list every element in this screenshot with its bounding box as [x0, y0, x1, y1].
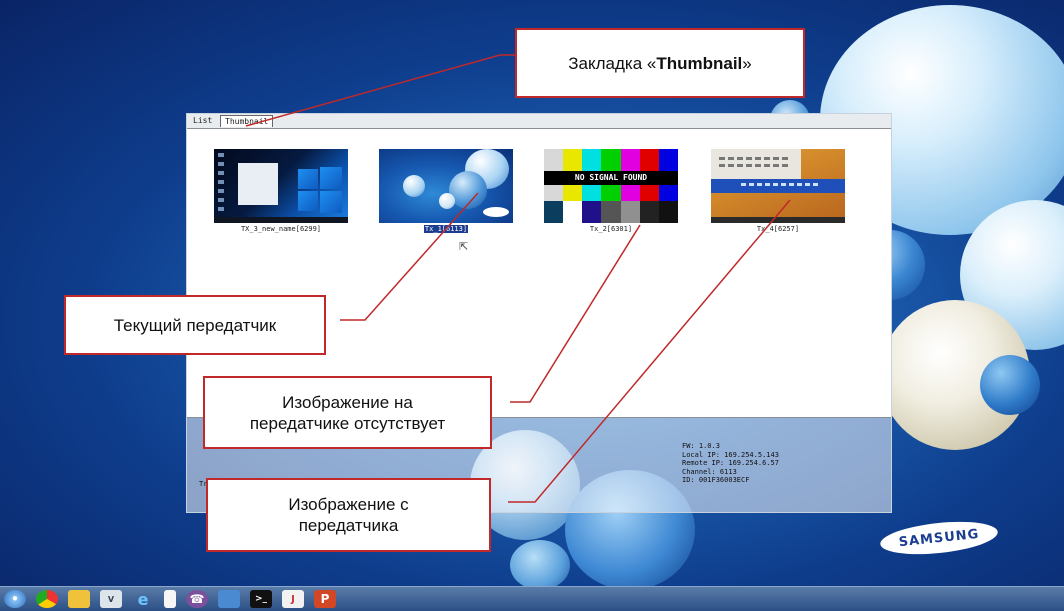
channel: Channel: 6113	[682, 467, 737, 476]
callout-current-transmitter: Текущий передатчик	[64, 295, 326, 355]
file-explorer-icon[interactable]	[68, 590, 90, 608]
firmware-version: FW: 1.0.3	[682, 442, 720, 450]
samsung-logo-text: SAMSUNG	[898, 526, 980, 550]
thumbnail-image-blue-bubbles[interactable]	[379, 149, 513, 223]
network-icon[interactable]	[218, 590, 240, 608]
powerpoint-icon[interactable]: P	[314, 590, 336, 608]
thumbnail-label: Tx_4[6257]	[756, 225, 800, 233]
internet-explorer-icon[interactable]: e	[132, 590, 154, 609]
thumbnail-label: Tx_2[6301]	[589, 225, 633, 233]
thumbnail-image-no-signal[interactable]: NO SIGNAL FOUND	[544, 149, 678, 223]
command-prompt-icon[interactable]: >_	[250, 590, 272, 608]
thumbnail-grid: TX_3_new_name[6299] Tx_1[6113] NO SIGNAL…	[187, 129, 891, 418]
start-orb-icon[interactable]: •	[4, 590, 26, 608]
local-ip: Local IP: 169.254.5.143	[682, 450, 779, 459]
callout-transmitter-image: Изображение с передатчика	[206, 478, 491, 552]
thumbnail-label-selected: Tx_1[6113]	[423, 225, 469, 233]
transmitter-info: FW: 1.0.3 Local IP: 169.254.5.143 Remote…	[682, 442, 779, 485]
mouse-pointer-icon: ⇱	[459, 241, 469, 253]
thumbnail-image-windows-10-desktop[interactable]	[214, 149, 348, 223]
vnc-viewer-icon[interactable]: V	[100, 590, 122, 608]
callout-no-image: Изображение на передатчике отсутствует	[203, 376, 492, 449]
taskbar: • V e ☎ >_ J P	[0, 586, 1064, 611]
tab-thumbnail[interactable]: Thumbnail	[220, 115, 274, 127]
wallpaper-bubble	[510, 540, 570, 586]
tab-bar: List Thumbnail	[187, 114, 891, 129]
tab-list[interactable]: List	[189, 115, 216, 127]
no-signal-text: NO SIGNAL FOUND	[544, 171, 678, 185]
java-icon[interactable]: J	[282, 590, 304, 608]
wallpaper-bubble	[980, 355, 1040, 415]
remote-ip: Remote IP: 169.254.6.57	[682, 459, 779, 467]
viber-icon[interactable]: ☎	[186, 590, 208, 608]
device-id: ID: 001F36003ECF	[682, 476, 750, 484]
callout-thumbnail-tab: Закладка «Thumbnail»	[515, 28, 805, 98]
thumbnail-label: TX_3_new_name[6299]	[240, 225, 322, 233]
chrome-icon[interactable]	[36, 590, 58, 608]
notepad-icon[interactable]	[164, 590, 176, 608]
thumbnail-image-windows-8-desktop[interactable]	[711, 149, 845, 223]
